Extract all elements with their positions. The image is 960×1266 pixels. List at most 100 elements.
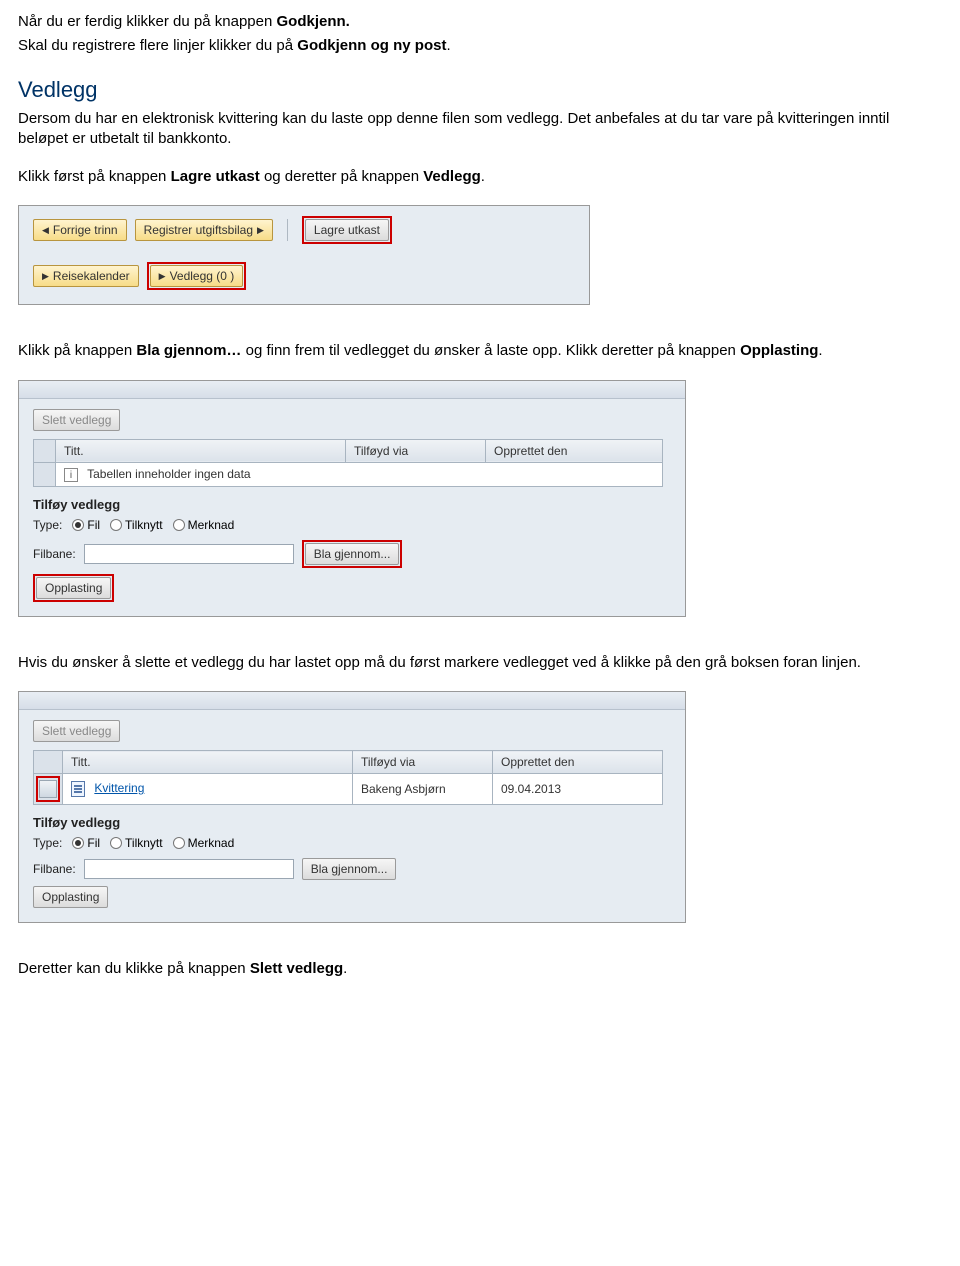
radio-merknad[interactable]: Merknad <box>173 518 235 532</box>
button-label: Opplasting <box>45 581 102 595</box>
radio-label: Tilknytt <box>125 836 163 850</box>
filepath-label: Filbane: <box>33 547 76 561</box>
upload-button[interactable]: Opplasting <box>36 577 111 599</box>
attachments-table: Titt. Tilføyd via Opprettet den Kvitteri… <box>33 750 663 805</box>
text-bold: Slett vedlegg <box>250 960 343 977</box>
file-icon <box>71 781 85 797</box>
button-label: Lagre utkast <box>314 223 380 237</box>
register-expense-button[interactable]: Registrer utgiftsbilag ▶ <box>135 219 273 241</box>
add-attachment-heading: Tilføy vedlegg <box>33 497 671 512</box>
radio-icon <box>72 837 84 849</box>
attachments-button[interactable]: ▶ Vedlegg (0 ) <box>150 265 244 287</box>
screenshot-attachments-with-row: Slett vedlegg Titt. Tilføyd via Opprette… <box>18 691 686 923</box>
radio-icon <box>110 519 122 531</box>
text: . <box>481 168 485 185</box>
save-draft-button[interactable]: Lagre utkast <box>305 219 389 241</box>
chevron-right-icon: ▶ <box>42 271 49 282</box>
text-bold: Bla gjennom… <box>136 342 241 359</box>
highlight-lagre-utkast: Lagre utkast <box>302 216 392 244</box>
row-selector-box[interactable] <box>39 780 57 798</box>
radio-tilknytt[interactable]: Tilknytt <box>110 836 163 850</box>
button-label: Slett vedlegg <box>42 724 111 738</box>
table-row: i Tabellen inneholder ingen data <box>34 462 663 487</box>
text-bold: Godkjenn og ny post <box>297 37 446 54</box>
screenshot-attachments-empty: Slett vedlegg Titt. Tilføyd via Opprette… <box>18 380 686 618</box>
text-bold: Opplasting <box>740 342 818 359</box>
cell-created: 09.04.2013 <box>493 774 663 805</box>
info-icon: i <box>64 468 78 482</box>
add-attachment-heading: Tilføy vedlegg <box>33 815 671 830</box>
button-label: Bla gjennom... <box>314 547 391 561</box>
radio-fil[interactable]: Fil <box>72 518 100 532</box>
table-row[interactable]: Kvittering Bakeng Asbjørn 09.04.2013 <box>34 774 663 805</box>
radio-tilknytt[interactable]: Tilknytt <box>110 518 163 532</box>
chevron-right-icon: ▶ <box>159 271 166 282</box>
divider <box>287 219 288 241</box>
radio-label: Fil <box>87 518 100 532</box>
text: Når du er ferdig klikker du på knappen <box>18 13 276 30</box>
delete-attachment-button[interactable]: Slett vedlegg <box>33 720 120 742</box>
row-selector[interactable] <box>34 462 56 487</box>
button-label: Forrige trinn <box>53 223 118 237</box>
radio-icon <box>110 837 122 849</box>
row-selector-header <box>34 751 63 774</box>
button-label: Opplasting <box>42 890 99 904</box>
chevron-right-icon: ▶ <box>257 225 264 236</box>
text-bold: Lagre utkast <box>171 168 260 185</box>
intro-paragraph: Når du er ferdig klikker du på knappen G… <box>18 12 942 57</box>
attachments-table: Titt. Tilføyd via Opprettet den i Tabell… <box>33 439 663 488</box>
radio-fil[interactable]: Fil <box>72 836 100 850</box>
radio-merknad[interactable]: Merknad <box>173 836 235 850</box>
text: . <box>343 960 347 977</box>
text: Skal du registrere flere linjer klikker … <box>18 37 297 54</box>
upload-button[interactable]: Opplasting <box>33 886 108 908</box>
button-label: Vedlegg (0 ) <box>170 269 235 283</box>
text: og finn frem til vedlegget du ønsker å l… <box>246 342 740 359</box>
text-bold: Vedlegg <box>423 168 481 185</box>
text-bold: Godkjenn. <box>276 13 349 30</box>
text: Klikk først på knappen <box>18 168 171 185</box>
text: . <box>446 37 450 54</box>
text: Dersom du har en elektronisk kvittering … <box>18 109 942 150</box>
radio-icon <box>72 519 84 531</box>
col-header-title: Titt. <box>63 751 353 774</box>
text: . <box>818 342 822 359</box>
text: og deretter på knappen <box>264 168 423 185</box>
prev-step-button[interactable]: ◀ Forrige trinn <box>33 219 127 241</box>
type-label: Type: <box>33 836 62 850</box>
browse-button[interactable]: Bla gjennom... <box>302 858 397 880</box>
button-label: Registrer utgiftsbilag <box>144 223 253 237</box>
button-label: Bla gjennom... <box>311 862 388 876</box>
radio-label: Tilknytt <box>125 518 163 532</box>
travel-calendar-button[interactable]: ▶ Reisekalender <box>33 265 139 287</box>
col-header-added-via: Tilføyd via <box>353 751 493 774</box>
type-label: Type: <box>33 518 62 532</box>
radio-icon <box>173 837 185 849</box>
row-selector[interactable] <box>34 774 63 805</box>
highlight-vedlegg: ▶ Vedlegg (0 ) <box>147 262 247 290</box>
radio-icon <box>173 519 185 531</box>
browse-button[interactable]: Bla gjennom... <box>305 543 400 565</box>
delete-attachment-button[interactable]: Slett vedlegg <box>33 409 120 431</box>
section-heading-vedlegg: Vedlegg <box>18 77 942 103</box>
attachment-link[interactable]: Kvittering <box>94 781 144 795</box>
text: Hvis du ønsker å slette et vedlegg du ha… <box>18 653 942 673</box>
col-header-added-via: Tilføyd via <box>346 439 486 462</box>
cell-added-via: Bakeng Asbjørn <box>353 774 493 805</box>
filepath-input[interactable] <box>84 544 294 564</box>
no-data-text: Tabellen inneholder ingen data <box>87 467 250 481</box>
filepath-label: Filbane: <box>33 862 76 876</box>
radio-label: Merknad <box>188 518 235 532</box>
button-label: Reisekalender <box>53 269 130 283</box>
filepath-input[interactable] <box>84 859 294 879</box>
col-header-title: Titt. <box>56 439 346 462</box>
radio-label: Merknad <box>188 836 235 850</box>
text: Deretter kan du klikke på knappen <box>18 960 250 977</box>
highlight-upload: Opplasting <box>33 574 114 602</box>
highlight-browse: Bla gjennom... <box>302 540 403 568</box>
radio-label: Fil <box>87 836 100 850</box>
screenshot-toolbar: ◀ Forrige trinn Registrer utgiftsbilag ▶… <box>18 205 590 305</box>
col-header-created: Opprettet den <box>486 439 663 462</box>
button-label: Slett vedlegg <box>42 413 111 427</box>
row-selector-header <box>34 439 56 462</box>
